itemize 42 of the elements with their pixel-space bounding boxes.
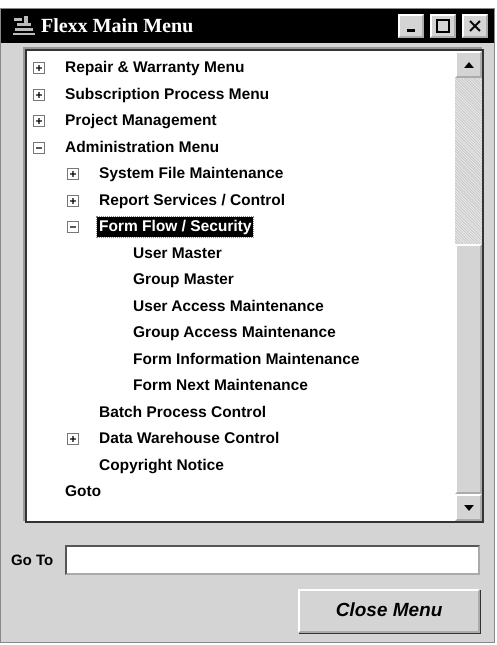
tree-item[interactable]: Group Access Maintenance	[131, 323, 338, 344]
scroll-up-button[interactable]	[455, 51, 482, 78]
close-menu-button[interactable]: Close Menu	[298, 589, 480, 633]
expand-icon[interactable]	[67, 194, 79, 207]
expand-icon[interactable]	[67, 433, 79, 446]
window-title: Flexx Main Menu	[41, 14, 194, 38]
go-to-label: Go To	[11, 552, 54, 568]
expand-icon[interactable]	[33, 115, 45, 128]
minimize-button[interactable]	[398, 14, 424, 38]
down-arrow-icon	[464, 504, 474, 510]
tree-item[interactable]: Report Services / Control	[97, 190, 288, 211]
tree-item[interactable]: User Master	[131, 244, 224, 264]
tree-item[interactable]: Subscription Process Menu	[63, 84, 272, 105]
tree-item[interactable]: Form Information Maintenance	[131, 350, 362, 370]
tree-item[interactable]: Administration Menu	[63, 138, 222, 158]
tree-item[interactable]: Group Master	[131, 270, 236, 290]
minimize-icon	[407, 28, 415, 32]
tree-item[interactable]: Form Flow / Security	[97, 217, 254, 238]
collapse-icon[interactable]	[67, 221, 79, 234]
app-icon	[11, 14, 37, 38]
scroll-down-button[interactable]	[455, 494, 482, 521]
close-icon	[469, 20, 481, 32]
tree-item[interactable]: Project Management	[63, 111, 219, 132]
close-window-button[interactable]	[462, 14, 488, 38]
scrollbar[interactable]	[455, 51, 482, 521]
scroll-thumb[interactable]	[455, 244, 482, 494]
tree-item[interactable]: Data Warehouse Control	[97, 429, 282, 450]
tree-item[interactable]: Form Next Maintenance	[131, 376, 310, 396]
tree-item[interactable]: Goto	[63, 482, 104, 502]
maximize-icon	[436, 19, 450, 33]
tree-item[interactable]: User Access Maintenance	[131, 296, 326, 317]
tree-item[interactable]: Copyright Notice	[97, 456, 226, 476]
tree-item[interactable]: System File Maintenance	[97, 164, 286, 184]
tree-item[interactable]: Repair & Warranty Menu	[63, 58, 246, 78]
go-to-field[interactable]	[65, 545, 480, 575]
expand-icon[interactable]	[33, 62, 45, 74]
maximize-button[interactable]	[430, 14, 456, 38]
up-arrow-icon	[464, 62, 474, 68]
expand-icon[interactable]	[67, 168, 79, 180]
tree-item[interactable]: Batch Process Control	[97, 402, 268, 423]
collapse-icon[interactable]	[33, 142, 45, 154]
expand-icon[interactable]	[33, 88, 45, 101]
